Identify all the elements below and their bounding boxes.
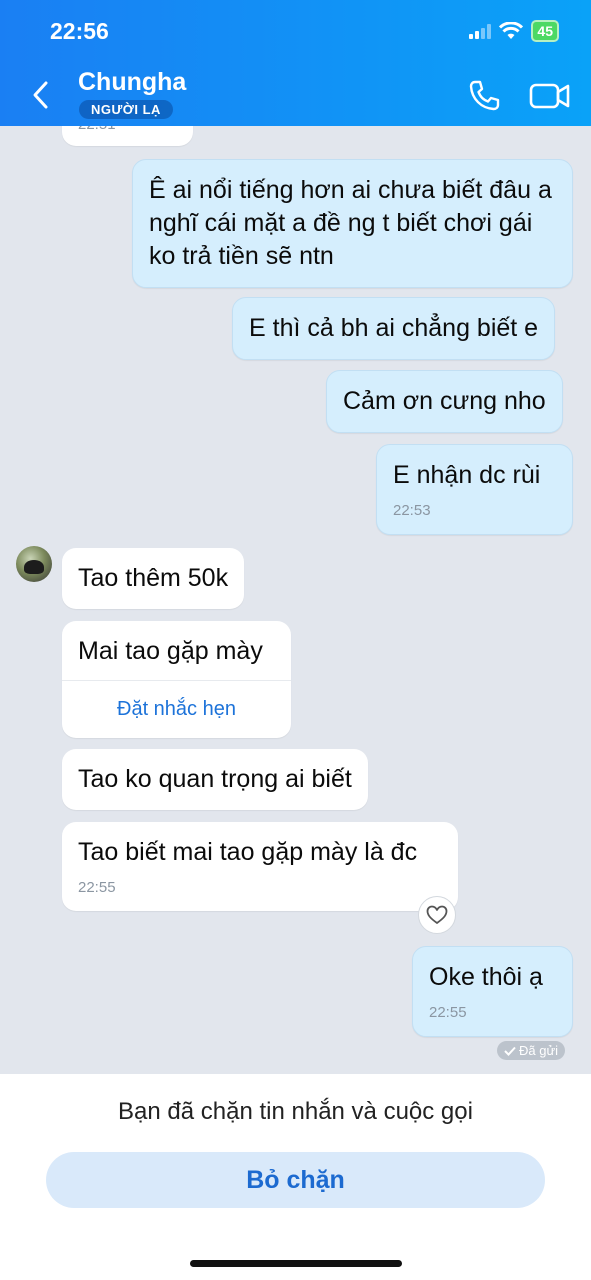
message-text: Oke thôi ạ [429,963,543,991]
message-text: Mai tao gặp mày [78,637,263,665]
contact-name[interactable]: Chungha [78,68,186,97]
message-text: Tao ko quan trọng ai biết [78,765,352,793]
status-time: 22:56 [50,18,109,44]
message-bubble-received[interactable]: Tao thêm 50k [62,548,245,609]
message-text: Cảm ơn cưng nho [343,387,546,415]
unblock-button[interactable]: Bỏ chặn [46,1152,545,1208]
battery-icon: 45 [531,20,559,42]
wifi-icon [499,22,524,39]
home-indicator[interactable] [190,1260,402,1267]
status-icons: 45 [469,20,559,42]
back-icon[interactable] [26,78,56,112]
blocked-bar: Bạn đã chặn tin nhắn và cuộc gọi Bỏ chặn [0,1074,591,1280]
blocked-notice: Bạn đã chặn tin nhắn và cuộc gọi [118,1098,473,1125]
phone-icon[interactable] [466,78,502,114]
message-list[interactable]: 22:51 Ê ai nổi tiếng hơn ai chưa biết đâ… [0,126,591,1074]
message-bubble-sent[interactable]: E nhận dc rùi 22:53 [376,444,573,535]
avatar[interactable] [16,546,52,582]
sent-status-badge: Đã gửi [497,1041,566,1060]
message-text: Tao biết mai tao gặp mày là đc [78,838,418,866]
message-bubble-received[interactable]: Tao biết mai tao gặp mày là đc 22:55 [62,822,458,911]
message-text: Tao thêm 50k [78,564,229,592]
message-time: 22:53 [393,502,431,519]
message-bubble-received[interactable]: Mai tao gặp mày Đặt nhắc hẹn [62,621,291,738]
stranger-badge: NGƯỜI LẠ [79,100,173,119]
message-text: E thì cả bh ai chẳng biết e [249,314,539,342]
message-bubble-sent[interactable]: E thì cả bh ai chẳng biết e [232,297,556,360]
message-time: 22:55 [429,1004,467,1021]
signal-icon [469,23,492,39]
message-text: Ê ai nổi tiếng hơn ai chưa biết đâu a ng… [149,176,552,270]
check-icon [504,1046,516,1056]
message-bubble-received[interactable]: Tao ko quan trọng ai biết [62,749,368,810]
message-bubble-partial: 22:51 [62,126,193,146]
message-text: E nhận dc rùi [393,461,541,489]
video-camera-icon[interactable] [528,78,572,114]
heart-icon[interactable] [418,896,456,934]
message-bubble-sent[interactable]: Oke thôi ạ 22:55 [412,946,573,1037]
message-bubble-sent[interactable]: Cảm ơn cưng nho [326,370,563,433]
set-reminder-link[interactable]: Đặt nhắc hẹn [62,680,291,738]
message-bubble-sent[interactable]: Ê ai nổi tiếng hơn ai chưa biết đâu a ng… [132,159,573,288]
chat-header: 22:56 45 Chungha NGƯỜI LẠ [0,0,591,126]
message-time: 22:55 [78,879,116,896]
